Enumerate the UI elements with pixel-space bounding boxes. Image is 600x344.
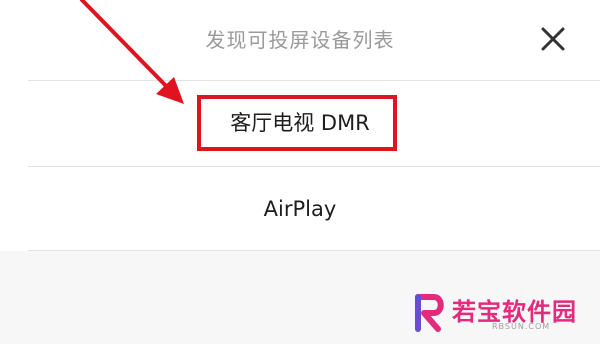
- watermark: 若宝软件园 RBSUN.COM: [406, 288, 594, 338]
- watermark-subtext: RBSUN.COM: [492, 322, 551, 331]
- watermark-logo: [415, 294, 444, 332]
